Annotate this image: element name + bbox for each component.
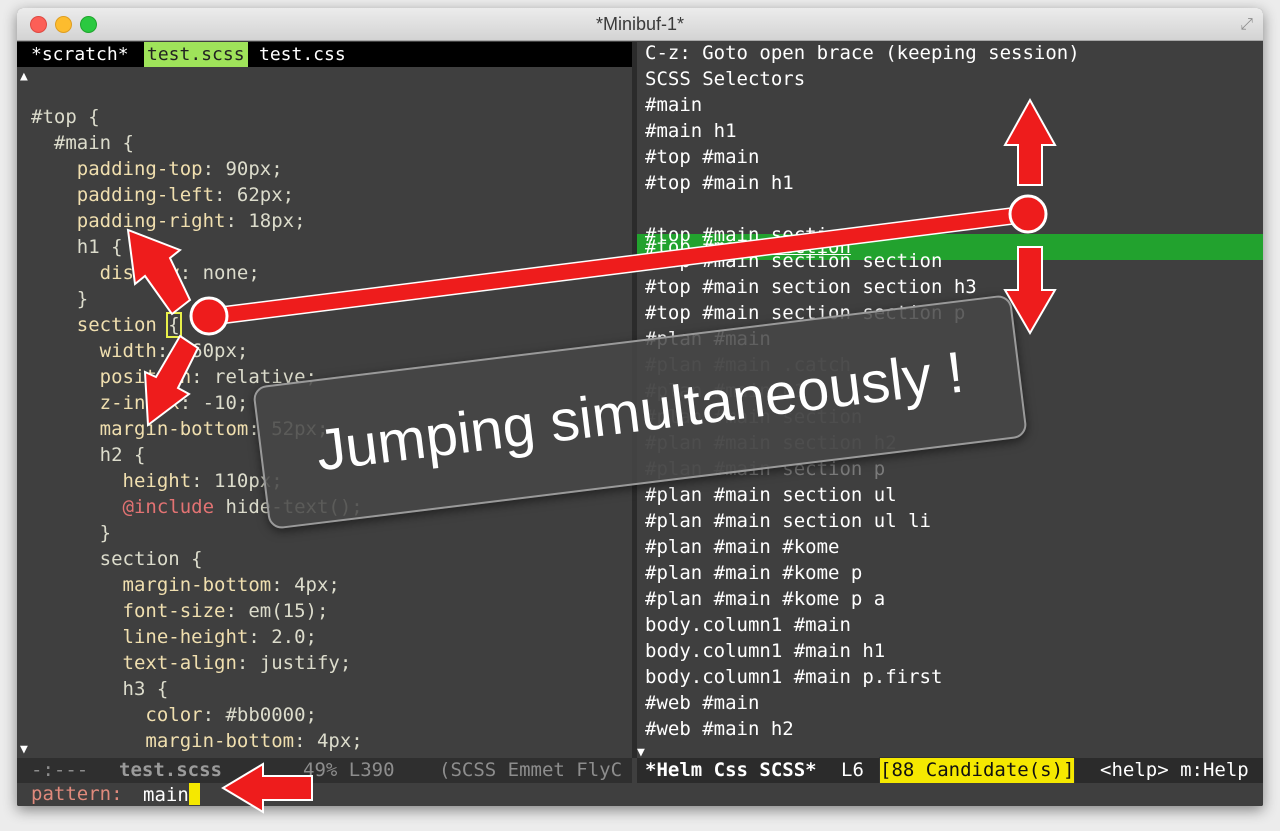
right-jump-point-icon: [1008, 194, 1048, 234]
arrow-down-left-icon: [143, 334, 200, 427]
arrow-up-icon: [1003, 97, 1057, 186]
connector-line: [203, 205, 1030, 326]
arrow-down-icon: [1003, 246, 1057, 335]
arrow-left-icon: [221, 762, 313, 814]
annotation-arrows: [126, 97, 1057, 814]
left-jump-point-icon: [189, 296, 229, 336]
arrow-up-left-icon: [126, 228, 192, 316]
